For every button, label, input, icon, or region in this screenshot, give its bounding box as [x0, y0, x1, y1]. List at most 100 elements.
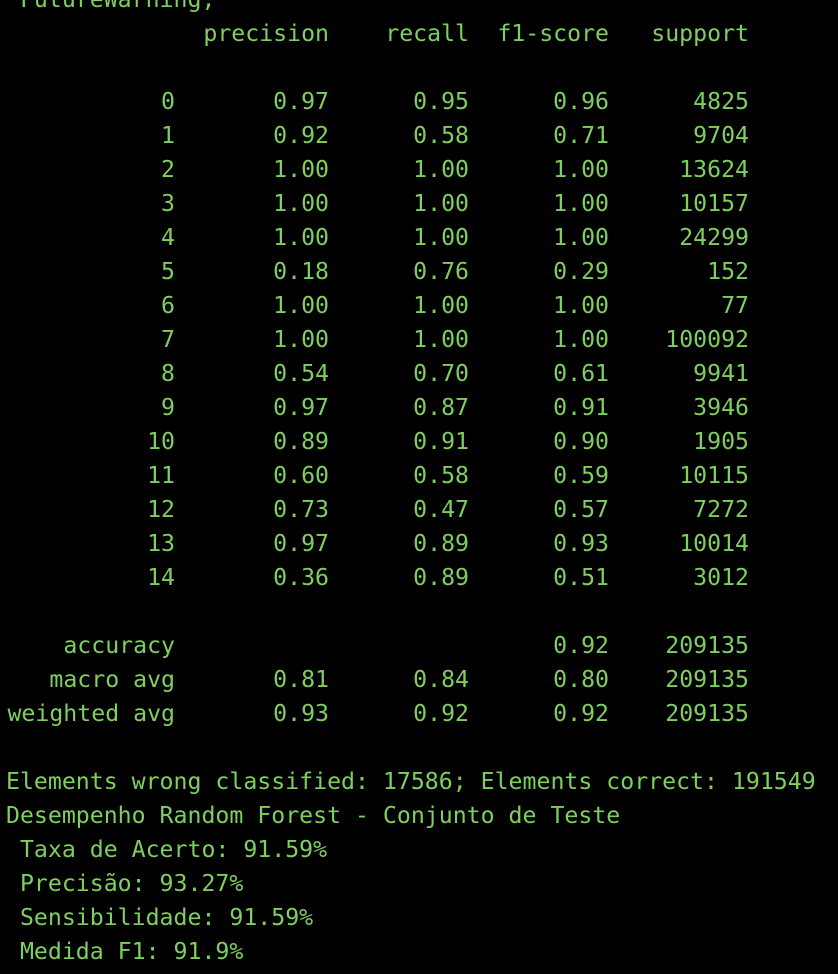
- precision-value: 0.97: [273, 394, 329, 421]
- output-line: Sensibilidade: 91.59%: [6, 904, 314, 931]
- row-label: 14: [147, 564, 175, 591]
- class-row: 4 1.00 1.00 1.00 24299: [0, 221, 838, 255]
- output-line: Desempenho Random Forest - Conjunto de T…: [6, 802, 621, 829]
- class-row: 12 0.73 0.47 0.57 7272: [0, 493, 838, 527]
- f1-score-value: 0.59: [553, 462, 609, 489]
- support-value: 9941: [693, 360, 749, 387]
- row-label: 12: [147, 496, 175, 523]
- support-value: 10157: [679, 190, 749, 217]
- support-value: 77: [721, 292, 749, 319]
- recall-value: 0.89: [413, 530, 469, 557]
- warning-line: FutureWarning,: [6, 0, 215, 17]
- support-value: 1905: [693, 428, 749, 455]
- precision-value: 1.00: [273, 224, 329, 251]
- recall-value: 1.00: [413, 326, 469, 353]
- class-row: 13 0.97 0.89 0.93 10014: [0, 527, 838, 561]
- precision-value: 1.00: [273, 156, 329, 183]
- f1-score-value: 0.92: [553, 700, 609, 727]
- precision-value: 0.36: [273, 564, 329, 591]
- row-label: 5: [161, 258, 175, 285]
- f1-score-value: 1.00: [553, 326, 609, 353]
- row-label: 8: [161, 360, 175, 387]
- row-label: 9: [161, 394, 175, 421]
- support-value: 3946: [693, 394, 749, 421]
- class-row: 0 0.97 0.95 0.96 4825: [0, 85, 838, 119]
- row-label: accuracy: [63, 632, 175, 659]
- support-value: 13624: [679, 156, 749, 183]
- row-label: 3: [161, 190, 175, 217]
- precision-value: 0.92: [273, 122, 329, 149]
- support-value: 10115: [679, 462, 749, 489]
- f1-score-value: 0.61: [553, 360, 609, 387]
- summary-row: weighted avg 0.93 0.92 0.92 209135: [0, 697, 838, 731]
- class-row: 1 0.92 0.58 0.71 9704: [0, 119, 838, 153]
- precision-value: 0.60: [273, 462, 329, 489]
- class-row: 14 0.36 0.89 0.51 3012: [0, 561, 838, 595]
- precision-value: 1.00: [273, 190, 329, 217]
- class-row: 5 0.18 0.76 0.29 152: [0, 255, 838, 289]
- f1-score-value: 0.93: [553, 530, 609, 557]
- support-value: 100092: [665, 326, 749, 353]
- row-label: weighted avg: [7, 700, 175, 727]
- support-value: 152: [707, 258, 749, 285]
- summary-row: accuracy 0.92 209135: [0, 629, 838, 663]
- recall-value: 1.00: [413, 224, 469, 251]
- class-row: 10 0.89 0.91 0.90 1905: [0, 425, 838, 459]
- support-value: 7272: [693, 496, 749, 523]
- recall-value: 0.84: [413, 666, 469, 693]
- f1-score-value: 0.51: [553, 564, 609, 591]
- f1-score-value: 1.00: [553, 190, 609, 217]
- recall-value: 0.87: [413, 394, 469, 421]
- recall-value: 0.70: [413, 360, 469, 387]
- recall-value: 0.58: [413, 122, 469, 149]
- support-value: 24299: [679, 224, 749, 251]
- precision-value: 1.00: [273, 292, 329, 319]
- f1-score-value: 0.29: [553, 258, 609, 285]
- f1-score-value: 1.00: [553, 292, 609, 319]
- support-value: 209135: [665, 666, 749, 693]
- precision-value: 0.54: [273, 360, 329, 387]
- class-row: 9 0.97 0.87 0.91 3946: [0, 391, 838, 425]
- support-value: 209135: [665, 700, 749, 727]
- class-row: 2 1.00 1.00 1.00 13624: [0, 153, 838, 187]
- recall-value: 0.91: [413, 428, 469, 455]
- f1-score-value: 0.96: [553, 88, 609, 115]
- f1-score-value: 0.57: [553, 496, 609, 523]
- precision-value: 0.18: [273, 258, 329, 285]
- class-row: 3 1.00 1.00 1.00 10157: [0, 187, 838, 221]
- row-label: 2: [161, 156, 175, 183]
- report-header-row: precision recall f1-score support: [0, 17, 838, 51]
- recall-value: 0.47: [413, 496, 469, 523]
- precision-value: 0.89: [273, 428, 329, 455]
- precision-value: 1.00: [273, 326, 329, 353]
- row-label: 13: [147, 530, 175, 557]
- recall-value: 1.00: [413, 190, 469, 217]
- recall-value: 1.00: [413, 292, 469, 319]
- recall-value: 0.92: [413, 700, 469, 727]
- recall-value: 0.89: [413, 564, 469, 591]
- support-value: 3012: [693, 564, 749, 591]
- header-f1-score: f1-score: [497, 20, 609, 47]
- header-recall: recall: [385, 20, 469, 47]
- f1-score-value: 1.00: [553, 224, 609, 251]
- header-support: support: [651, 20, 749, 47]
- support-value: 9704: [693, 122, 749, 149]
- recall-value: 0.76: [413, 258, 469, 285]
- row-label: 10: [147, 428, 175, 455]
- support-value: 4825: [693, 88, 749, 115]
- recall-value: 0.95: [413, 88, 469, 115]
- f1-score-value: 0.90: [553, 428, 609, 455]
- precision-value: [180, 629, 329, 663]
- output-line: Elements wrong classified: 17586; Elemen…: [6, 768, 816, 795]
- row-label: 6: [161, 292, 175, 319]
- terminal-window[interactable]: FutureWarning, precision recall f1-score…: [0, 0, 838, 974]
- f1-score-value: 0.91: [553, 394, 609, 421]
- row-label: 1: [161, 122, 175, 149]
- f1-score-value: 0.92: [553, 632, 609, 659]
- class-row: 11 0.60 0.58 0.59 10115: [0, 459, 838, 493]
- output-line: Medida F1: 91.9%: [6, 938, 244, 965]
- f1-score-value: 0.71: [553, 122, 609, 149]
- header-precision: precision: [203, 20, 329, 47]
- recall-value: 0.58: [413, 462, 469, 489]
- class-row: 8 0.54 0.70 0.61 9941: [0, 357, 838, 391]
